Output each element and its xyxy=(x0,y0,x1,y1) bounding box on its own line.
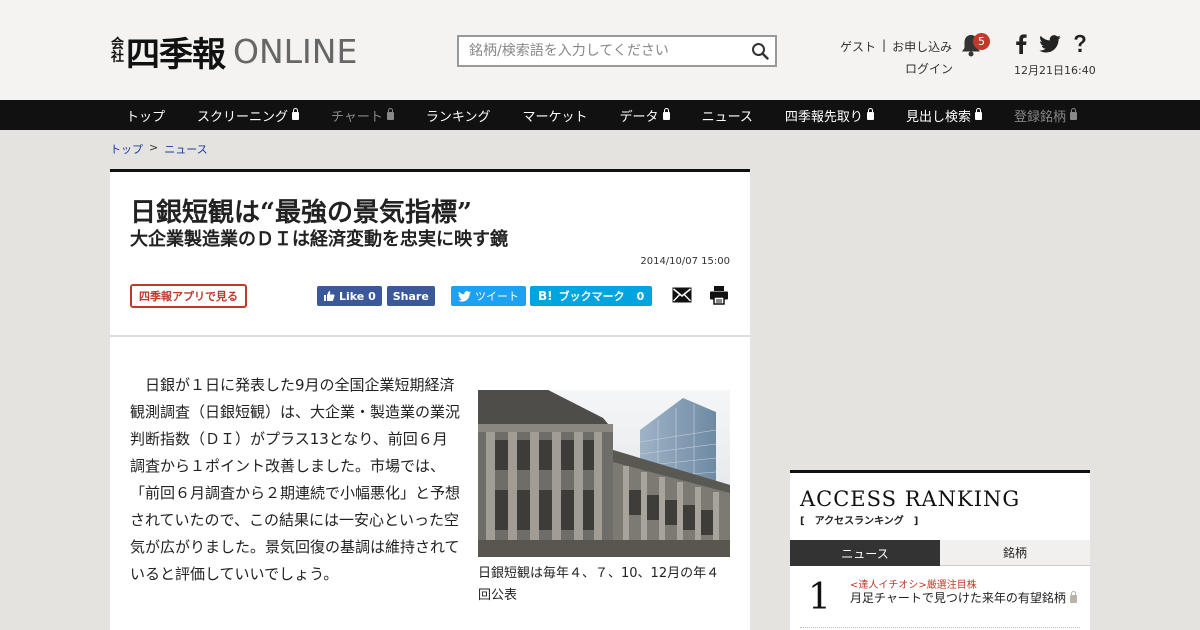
article-paragraph: 日銀が１日に発表した9月の全国企業短期経済観測調査（日銀短観）は、大企業・製造業… xyxy=(130,376,461,583)
facebook-like-button[interactable]: Like 0 xyxy=(317,286,382,306)
ranking-tabs: ニュース 銘柄 xyxy=(790,540,1090,566)
access-ranking: ACCESS RANKING [ アクセスランキング ] ニュース 銘柄 1 <… xyxy=(790,470,1090,630)
search-icon xyxy=(752,43,769,60)
article-date: 2014/10/07 15:00 xyxy=(640,256,730,267)
logo-shikiho: 四季報 xyxy=(126,34,226,75)
facebook-like-label: Like 0 xyxy=(339,289,376,303)
breadcrumb-separator: > xyxy=(149,141,159,154)
lock-icon xyxy=(974,108,982,120)
main-nav: トップ スクリーニング チャート ランキング マーケット データ ニュース 四季報先取り 見出し… xyxy=(0,100,1200,130)
tab-news[interactable]: ニュース xyxy=(790,540,940,566)
article-subtitle: 大企業製造業のＤＩは経済変動を忠実に映す鏡 xyxy=(130,229,508,250)
current-datetime: 12月21日16:40 xyxy=(1014,64,1096,77)
signup-link[interactable]: お申し込み xyxy=(892,38,952,55)
nav-item-label: スクリーニング xyxy=(197,109,289,125)
facebook-share-group: Like 0 Share xyxy=(317,286,435,306)
article-body: 日銀が１日に発表した9月の全国企業短期経済観測調査（日銀短観）は、大企業・製造業… xyxy=(130,372,460,588)
facebook-icon[interactable] xyxy=(1015,34,1027,54)
site-logo[interactable]: 会 社 四季報 ONLINE xyxy=(111,30,358,75)
nav-item-label: トップ xyxy=(126,109,166,125)
nav-item-label: 登録銘柄 xyxy=(1013,109,1066,125)
nav-item-label: 四季報先取り xyxy=(784,109,863,125)
help-icon[interactable] xyxy=(1073,34,1087,54)
twitter-bird-icon xyxy=(458,290,471,302)
rank-number: 1 xyxy=(808,577,831,618)
ranking-subtitle: [ アクセスランキング ] xyxy=(800,516,919,527)
nav-item-label: ランキング xyxy=(425,109,491,125)
search-box xyxy=(457,35,777,67)
nav-item-8[interactable]: 見出し検索 xyxy=(890,100,998,130)
bank-of-japan-building-image xyxy=(478,390,730,557)
hatena-label: ブックマーク xyxy=(558,290,625,303)
photo-caption: 日銀短観は毎年４、７、10、12月の年４回公表 xyxy=(478,566,720,603)
social-links xyxy=(1015,34,1087,54)
ranking-title: ACCESS RANKING xyxy=(800,487,1021,511)
nav-item-4[interactable]: マーケット xyxy=(507,100,604,130)
account-area: ゲスト | お申し込み ログイン xyxy=(840,38,953,76)
nav-item-label: データ xyxy=(619,109,659,125)
nav-item-1[interactable]: スクリーニング xyxy=(181,100,315,130)
nav-item-label: ニュース xyxy=(701,109,753,125)
mail-icon[interactable] xyxy=(672,287,692,303)
guest-label: ゲスト xyxy=(840,40,877,54)
site-header: 会 社 四季報 ONLINE ゲスト | お申し込み ログイン 5 xyxy=(0,0,1200,100)
nav-item-label: マーケット xyxy=(522,109,588,125)
breadcrumb-home[interactable]: トップ xyxy=(110,141,143,157)
logo-kaisha: 会 社 xyxy=(111,38,124,64)
nav-item-0[interactable]: トップ xyxy=(110,100,181,130)
hatena-b-icon: B! xyxy=(538,289,553,303)
lock-icon xyxy=(662,108,670,120)
hatena-count: 0 xyxy=(636,289,645,303)
nav-item-label: 見出し検索 xyxy=(905,109,971,125)
logo-kaisha-bottom: 社 xyxy=(111,50,125,65)
search-button[interactable] xyxy=(745,37,775,65)
open-in-app-button[interactable]: 四季報アプリで見る xyxy=(130,284,247,308)
breadcrumb: トップ > ニュース xyxy=(110,141,208,157)
nav-item-9[interactable]: 登録銘柄 xyxy=(998,100,1093,130)
lock-icon xyxy=(292,108,300,120)
nav-item-7[interactable]: 四季報先取り xyxy=(769,100,890,130)
rank-item-tag[interactable]: <達人イチオシ>厳選注目株 xyxy=(850,576,977,591)
lock-icon xyxy=(1069,108,1077,120)
article-divider xyxy=(110,335,750,337)
notification-badge: 5 xyxy=(973,33,990,50)
print-icon[interactable] xyxy=(709,285,729,305)
twitter-icon[interactable] xyxy=(1039,35,1061,53)
rank-item-headline-text: 月足チャートで見つけた来年の有望銘柄 xyxy=(850,591,1066,605)
nav-item-3[interactable]: ランキング xyxy=(410,100,507,130)
article-title: 日銀短観は“最強の景気指標” xyxy=(130,198,472,228)
account-separator: | xyxy=(882,38,887,52)
article-card: 日銀短観は“最強の景気指標” 大企業製造業のＤＩは経済変動を忠実に映す鏡 201… xyxy=(110,169,750,630)
nav-item-6[interactable]: ニュース xyxy=(686,100,769,130)
nav-list: トップ スクリーニング チャート ランキング マーケット データ ニュース 四季報先取り 見出し… xyxy=(110,100,1093,130)
rank-divider xyxy=(800,627,1080,628)
thumbs-up-icon xyxy=(324,291,335,301)
lock-icon xyxy=(386,108,394,120)
login-link[interactable]: ログイン xyxy=(905,60,953,77)
hatena-bookmark-button[interactable]: B! ブックマーク 0 xyxy=(530,286,653,306)
lock-icon xyxy=(1069,591,1077,603)
tweet-button[interactable]: ツイート xyxy=(451,286,526,306)
nav-item-5[interactable]: データ xyxy=(604,100,686,130)
breadcrumb-news[interactable]: ニュース xyxy=(164,141,207,157)
nav-item-2[interactable]: チャート xyxy=(315,100,410,130)
rank-item-headline[interactable]: 月足チャートで見つけた来年の有望銘柄 xyxy=(850,590,1080,606)
nav-item-label: チャート xyxy=(331,109,383,125)
facebook-share-button[interactable]: Share xyxy=(386,286,435,306)
search-input[interactable] xyxy=(459,37,745,65)
tweet-label: ツイート xyxy=(475,290,519,303)
lock-icon xyxy=(866,108,874,120)
logo-online: ONLINE xyxy=(233,31,358,71)
tab-stocks[interactable]: 銘柄 xyxy=(940,540,1090,566)
article-photo xyxy=(478,390,730,557)
